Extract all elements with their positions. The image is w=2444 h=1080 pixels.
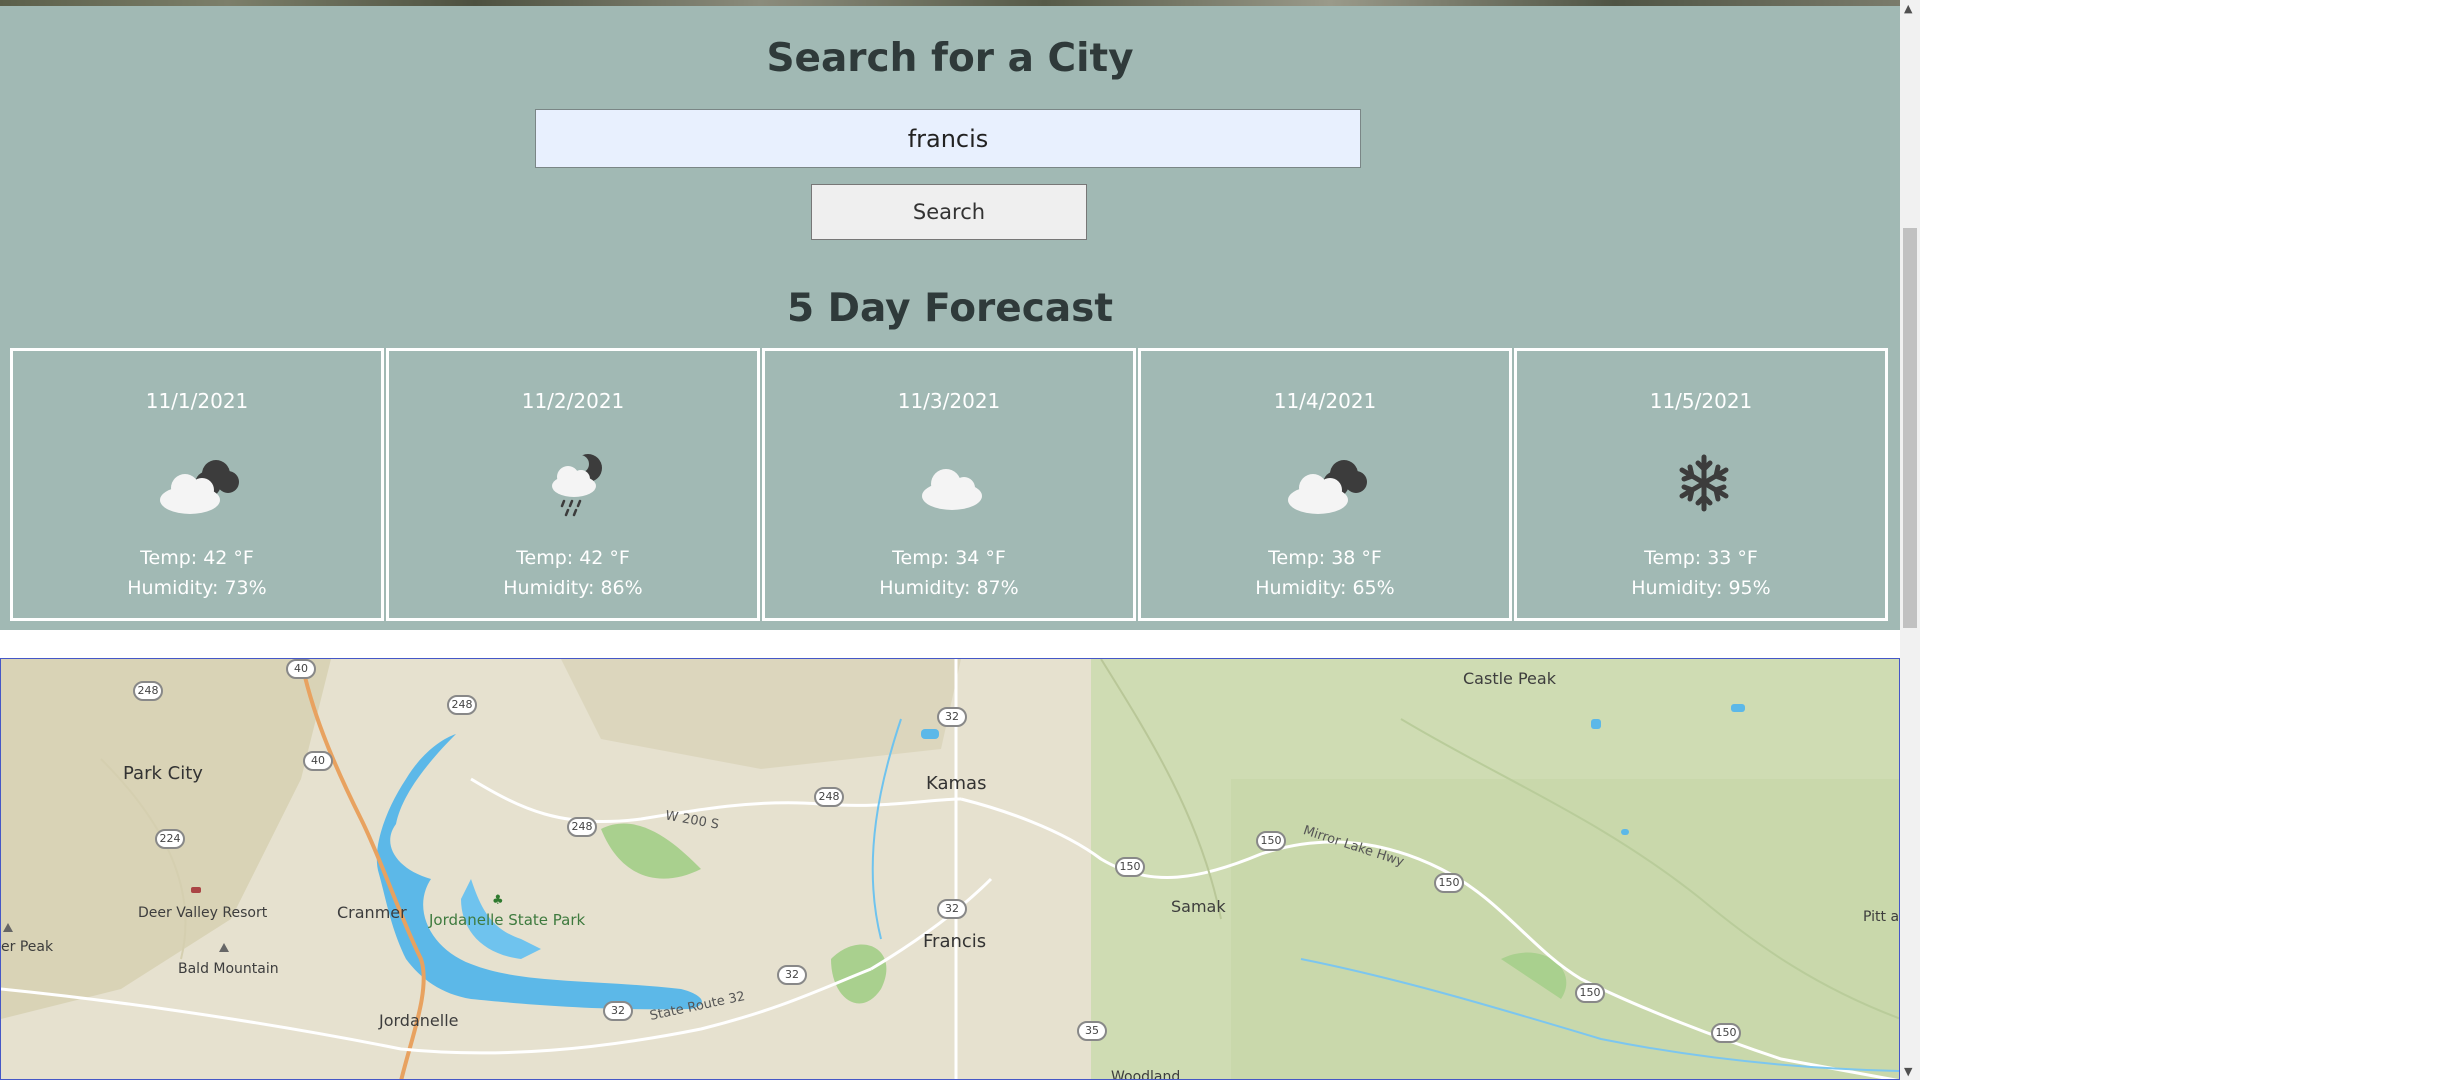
route-shield: 32	[937, 707, 967, 727]
city-map[interactable]: Castle Peak Park City Kamas Deer Valley …	[0, 658, 1900, 1080]
forecast-date: 11/1/2021	[145, 389, 249, 413]
forecast-humidity: Humidity: 87%	[879, 577, 1019, 599]
partly-cloudy-night-icon	[1278, 446, 1378, 521]
page-scrollbar[interactable]: ▲ ▼	[1900, 0, 1920, 1080]
night-rain-icon	[526, 446, 626, 521]
forecast-humidity: Humidity: 86%	[503, 577, 643, 599]
map-label-deer-valley: Deer Valley Resort	[138, 905, 268, 921]
forecast-humidity: Humidity: 65%	[1255, 577, 1395, 599]
peak-icon	[219, 943, 229, 952]
route-shield: 32	[603, 1001, 633, 1021]
forecast-humidity: Humidity: 95%	[1631, 577, 1771, 599]
forecast-temp: Temp: 42 °F	[516, 547, 630, 569]
route-shield: 150	[1575, 983, 1605, 1003]
park-tree-icon: ♣	[492, 893, 504, 908]
forecast-card: 11/3/2021 Temp: 34 °F Humidity: 87%	[762, 348, 1136, 621]
forecast-temp: Temp: 33 °F	[1644, 547, 1758, 569]
city-search-input[interactable]	[535, 109, 1361, 168]
route-shield: 150	[1434, 873, 1464, 893]
map-label-jordanelle-state-park: Jordanelle State Park	[429, 911, 586, 929]
scroll-down-arrow-icon[interactable]: ▼	[1904, 1065, 1912, 1078]
map-label-jordanelle: Jordanelle	[379, 1011, 459, 1030]
route-shield: 150	[1256, 831, 1286, 851]
map-label-cranmer: Cranmer	[337, 903, 407, 922]
forecast-card: 11/1/2021 Temp: 42 °F Humidity: 73%	[10, 348, 384, 621]
forecast-temp: Temp: 38 °F	[1268, 547, 1382, 569]
map-label-francis: Francis	[923, 931, 987, 952]
route-shield: 32	[777, 965, 807, 985]
route-shield: 248	[814, 787, 844, 807]
partly-cloudy-night-icon	[150, 446, 250, 521]
forecast-date: 11/3/2021	[897, 389, 1001, 413]
map-label-park-city: Park City	[123, 763, 203, 784]
route-shield: 150	[1115, 857, 1145, 877]
forecast-date: 11/4/2021	[1273, 389, 1377, 413]
forecast-card: 11/4/2021 Temp: 38 °F Humidity: 65%	[1138, 348, 1512, 621]
map-label-samak: Samak	[1171, 897, 1226, 916]
forecast-temp: Temp: 42 °F	[140, 547, 254, 569]
scroll-up-arrow-icon[interactable]: ▲	[1904, 2, 1912, 15]
forecast-card: 11/2/2021 Temp: 42 °F Humidity: 86%	[386, 348, 760, 621]
route-shield: 150	[1711, 1023, 1741, 1043]
route-shield: 32	[937, 899, 967, 919]
search-heading: Search for a City	[766, 36, 1134, 81]
peak-icon	[3, 923, 13, 932]
page-viewport: Search for a City Search 5 Day Forecast …	[0, 0, 1900, 1080]
forecast-heading: 5 Day Forecast	[786, 286, 1114, 331]
forecast-date: 11/5/2021	[1649, 389, 1753, 413]
map-label-kamas: Kamas	[926, 773, 987, 794]
search-button[interactable]: Search	[811, 184, 1087, 240]
route-shield: 40	[286, 659, 316, 679]
resort-icon	[191, 887, 201, 893]
route-shield: 40	[303, 751, 333, 771]
weather-panel: Search for a City Search 5 Day Forecast …	[0, 6, 1900, 630]
cloud-icon	[902, 446, 1002, 521]
snowflake-icon	[1654, 446, 1754, 521]
map-label-pitt-partial: Pitt ar	[1863, 909, 1900, 925]
forecast-date: 11/2/2021	[521, 389, 625, 413]
route-shield: 248	[447, 695, 477, 715]
route-shield: 224	[155, 829, 185, 849]
forecast-card: 11/5/2021 Temp: 33 °F Humidity: 95%	[1514, 348, 1888, 621]
forecast-humidity: Humidity: 73%	[127, 577, 267, 599]
route-shield: 35	[1077, 1021, 1107, 1041]
map-label-bald-mountain: Bald Mountain	[178, 961, 279, 977]
map-label-woodland: Woodland	[1111, 1069, 1181, 1080]
forecast-temp: Temp: 34 °F	[892, 547, 1006, 569]
map-label-peak-partial: er Peak	[1, 939, 54, 955]
scrollbar-thumb[interactable]	[1903, 228, 1917, 628]
forecast-cards: 11/1/2021 Temp: 42 °F Humidity: 73% 11/2…	[10, 348, 1890, 621]
route-shield: 248	[567, 817, 597, 837]
map-label-castle-peak: Castle Peak	[1463, 669, 1556, 688]
route-shield: 248	[133, 681, 163, 701]
